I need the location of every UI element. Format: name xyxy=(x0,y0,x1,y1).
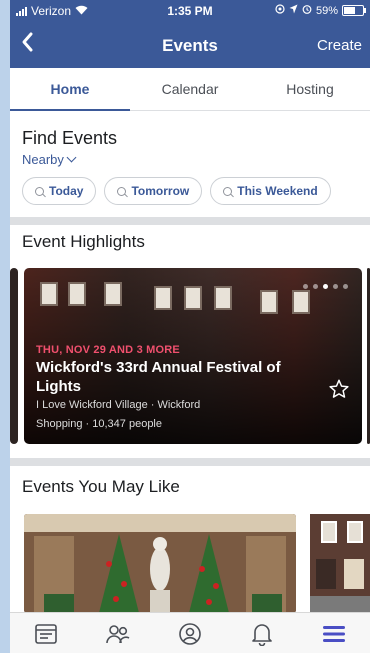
profile-icon xyxy=(179,622,201,645)
phone-screen: Verizon 1:35 PM 59% Events Create Home C… xyxy=(10,0,370,653)
carousel-dots xyxy=(303,284,348,289)
bottom-nav-notifications[interactable] xyxy=(226,613,298,653)
previous-card-peek[interactable] xyxy=(10,268,18,444)
alarm-icon xyxy=(302,4,312,17)
event-photo xyxy=(24,514,296,613)
chip-tomorrow[interactable]: Tomorrow xyxy=(104,177,203,205)
suggested-event-photo-next[interactable] xyxy=(310,514,370,613)
star-icon xyxy=(329,379,349,398)
location-filter-label: Nearby xyxy=(22,152,64,167)
suggested-event-photo[interactable] xyxy=(24,514,296,613)
event-photo xyxy=(24,268,362,338)
event-photo xyxy=(310,514,370,613)
bottom-nav-friends[interactable] xyxy=(82,613,154,653)
bottom-nav-bar xyxy=(10,612,370,653)
chip-today[interactable]: Today xyxy=(22,177,97,205)
status-right: 59% xyxy=(275,4,366,17)
navigation-arrow-icon xyxy=(289,4,298,17)
chip-label: Today xyxy=(49,184,84,198)
chevron-down-icon xyxy=(66,152,77,163)
event-highlight-card[interactable]: THU, NOV 29 AND 3 MORE Wickford's 33rd A… xyxy=(24,268,362,444)
status-bar: Verizon 1:35 PM 59% xyxy=(10,0,370,22)
date-filter-chips: Today Tomorrow This Weekend xyxy=(22,177,331,205)
event-meta: Shopping · 10,347 people xyxy=(36,418,162,430)
section-divider xyxy=(10,217,370,225)
tab-bar: Home Calendar Hosting xyxy=(10,68,370,111)
nav-bar: Events Create xyxy=(10,22,370,68)
battery-percent: 59% xyxy=(315,4,338,17)
bottom-nav-menu[interactable] xyxy=(298,613,370,653)
chip-this-weekend[interactable]: This Weekend xyxy=(210,177,331,205)
search-icon xyxy=(117,186,127,196)
event-date: THU, NOV 29 AND 3 MORE xyxy=(36,344,180,356)
create-button[interactable]: Create xyxy=(317,37,362,54)
menu-icon xyxy=(323,625,345,642)
feed-icon xyxy=(35,623,57,644)
top-bar: Verizon 1:35 PM 59% Events Create xyxy=(10,0,370,68)
battery-icon xyxy=(342,5,366,16)
chip-label: Tomorrow xyxy=(131,184,190,198)
event-title: Wickford's 33rd Annual Festival of Light… xyxy=(36,359,281,395)
events-you-may-like-title: Events You May Like xyxy=(22,477,180,496)
search-icon xyxy=(35,186,44,196)
find-events-title: Find Events xyxy=(22,128,118,148)
notifications-icon xyxy=(252,623,272,646)
tab-hosting[interactable]: Hosting xyxy=(250,68,370,110)
location-icon xyxy=(275,4,285,17)
chip-label: This Weekend xyxy=(237,184,318,198)
bottom-nav-feed[interactable] xyxy=(10,613,82,653)
search-icon xyxy=(223,186,233,196)
interested-button[interactable] xyxy=(328,378,350,400)
friends-icon xyxy=(106,624,130,643)
event-highlights-title: Event Highlights xyxy=(22,232,145,251)
tab-home[interactable]: Home xyxy=(10,68,130,111)
tab-calendar[interactable]: Calendar xyxy=(130,68,250,110)
section-divider xyxy=(10,458,370,466)
location-filter-dropdown[interactable]: Nearby xyxy=(22,152,77,167)
bottom-nav-profile[interactable] xyxy=(154,613,226,653)
event-location: I Love Wickford Village · Wickford xyxy=(36,399,201,411)
